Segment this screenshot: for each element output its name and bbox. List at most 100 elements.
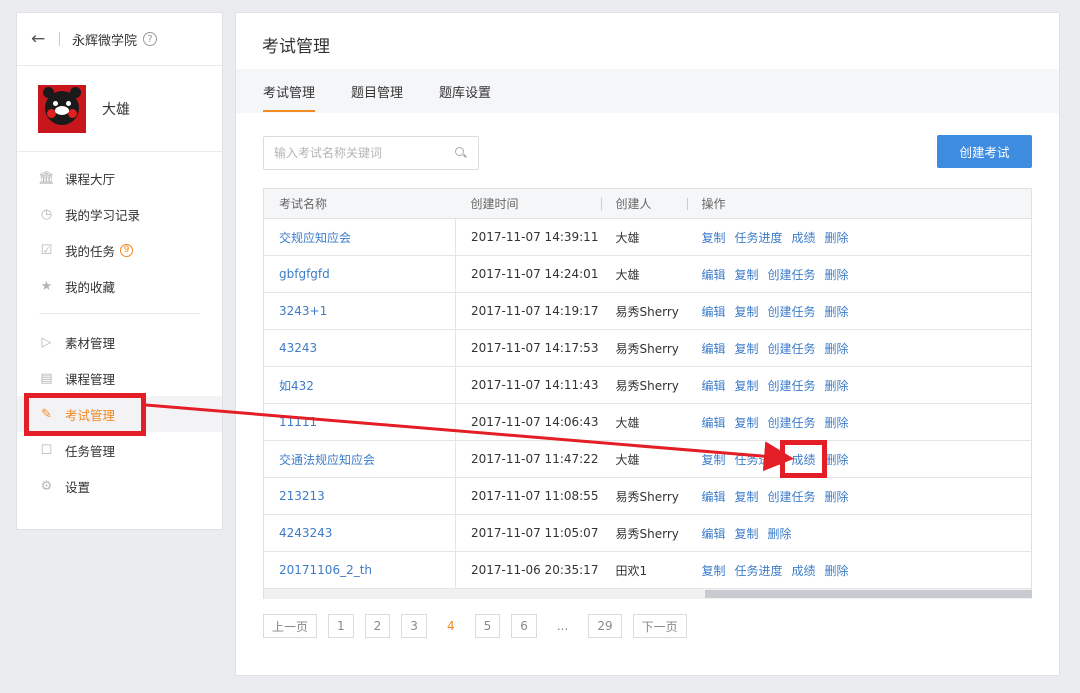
row-action-link[interactable]: 删除 — [825, 342, 849, 356]
create-exam-button[interactable]: 创建考试 — [937, 135, 1032, 168]
exam-name-link[interactable]: 4243243 — [263, 514, 456, 552]
row-action-link[interactable]: 删除 — [768, 527, 792, 541]
star-folder-icon: ★ — [40, 278, 53, 294]
horizontal-scrollbar[interactable] — [263, 589, 1032, 599]
divider — [59, 32, 60, 46]
sidebar-item-clock[interactable]: ◷ 我的学习记录 — [17, 196, 222, 232]
sidebar-item-task[interactable]: ☐ 任务管理 — [17, 432, 222, 468]
row-action-link[interactable]: 复制 — [735, 416, 759, 430]
table-row: 213213 2017-11-07 11:08:55 易秀Sherry 编辑 复制 创建任… — [263, 477, 1032, 515]
row-action-link[interactable]: 创建任务 — [768, 490, 816, 504]
search-input[interactable] — [274, 146, 454, 160]
row-action-link[interactable]: 创建任务 — [768, 416, 816, 430]
gear-icon: ⚙ — [40, 478, 53, 494]
page-button-last[interactable]: 29 — [588, 614, 622, 638]
exam-name-link[interactable]: 交通法规应知应会 — [263, 440, 456, 478]
row-action-link[interactable]: 编辑 — [702, 342, 726, 356]
row-action-link[interactable]: 编辑 — [702, 416, 726, 430]
exam-name-link[interactable]: 3243+1 — [263, 292, 456, 330]
row-action-link[interactable]: 创建任务 — [768, 305, 816, 319]
page-button[interactable]: 1 — [328, 614, 354, 638]
row-action-link[interactable]: 删除 — [825, 416, 849, 430]
exam-name-link[interactable]: 213213 — [263, 477, 456, 515]
row-action-link[interactable]: 复制 — [735, 379, 759, 393]
row-action-link[interactable]: 删除 — [825, 490, 849, 504]
row-action-link[interactable]: 删除 — [825, 305, 849, 319]
tab-0[interactable]: 考试管理 — [263, 69, 316, 113]
row-action-link[interactable]: 编辑 — [702, 527, 726, 541]
table-row: 43243 2017-11-07 14:17:53 易秀Sherry 编辑 复制 创建任务… — [263, 329, 1032, 367]
highlight-box-score — [780, 440, 827, 478]
row-action-link[interactable]: 删除 — [825, 268, 849, 282]
sidebar-item-bank[interactable]: 🏛 课程大厅 — [17, 160, 222, 196]
tab-1[interactable]: 题目管理 — [351, 69, 403, 113]
exam-table-container: 考试名称 创建时间 创建人 操作 交规应知应会 2017-11-07 14:39:… — [263, 188, 1032, 599]
row-action-link[interactable]: 删除 — [825, 231, 849, 245]
avatar[interactable] — [38, 84, 86, 133]
row-action-link[interactable]: 编辑 — [702, 490, 726, 504]
row-action-link[interactable]: 创建任务 — [768, 342, 816, 356]
page-button[interactable]: 5 — [474, 614, 501, 638]
row-action-link[interactable]: 任务进度 — [735, 564, 783, 578]
clock-icon: ◷ — [40, 206, 53, 222]
scrollbar-thumb[interactable] — [705, 590, 1032, 598]
row-action-link[interactable]: 复制 — [735, 342, 759, 356]
search-box — [263, 136, 479, 170]
header-exam-name: 考试名称 — [263, 188, 456, 219]
help-icon[interactable]: ? — [143, 32, 158, 46]
search-icon[interactable] — [454, 146, 468, 160]
nav-divider — [39, 313, 200, 314]
row-action-link[interactable]: 复制 — [702, 564, 726, 578]
row-action-link[interactable]: 复制 — [702, 231, 726, 245]
row-action-link[interactable]: 成绩 — [792, 231, 816, 245]
row-action-link[interactable]: 复制 — [735, 490, 759, 504]
main-panel: 考试管理 考试管理题目管理题库设置 创建考试 考试名称 创建时间 创建人 操作 … — [235, 12, 1060, 676]
row-action-link[interactable]: 成绩 — [792, 564, 816, 578]
sidebar-item-gear[interactable]: ⚙ 设置 — [17, 468, 222, 504]
page-title: 考试管理 — [262, 37, 330, 57]
back-arrow-icon[interactable]: ← — [31, 29, 49, 49]
created-time: 2017-11-07 14:11:43 — [455, 366, 601, 404]
row-action-link[interactable]: 复制 — [702, 453, 726, 467]
exam-name-link[interactable]: 如432 — [263, 366, 456, 404]
exam-name-link[interactable]: 交规应知应会 — [263, 218, 456, 256]
next-page-button[interactable]: 下一页 — [632, 614, 687, 638]
row-action-link[interactable]: 复制 — [735, 268, 759, 282]
sidebar-item-check[interactable]: ☑ 我的任务 9 — [17, 232, 222, 268]
row-action-link[interactable]: 复制 — [735, 527, 759, 541]
row-action-link[interactable]: 任务进度 — [735, 453, 783, 467]
sidebar-header: ← 永辉微学院 ? — [17, 13, 222, 66]
row-action-link[interactable]: 编辑 — [702, 379, 726, 393]
row-action-link[interactable]: 任务进度 — [735, 231, 783, 245]
sidebar-item-label: 我的学习记录 — [65, 207, 141, 223]
exam-name-link[interactable]: 11111 — [263, 403, 456, 441]
page-button[interactable]: 4 — [438, 614, 464, 638]
row-action-link[interactable]: 删除 — [825, 453, 849, 467]
exam-name-link[interactable]: gbfgfgfd — [263, 255, 456, 293]
row-action-link[interactable]: 创建任务 — [768, 379, 816, 393]
page-button[interactable]: 6 — [511, 614, 537, 638]
row-action-link[interactable]: 创建任务 — [768, 268, 816, 282]
tab-2[interactable]: 题库设置 — [439, 69, 491, 113]
course-icon: ▤ — [40, 370, 53, 386]
row-action-link[interactable]: 复制 — [735, 305, 759, 319]
created-time: 2017-11-07 14:19:17 — [455, 292, 601, 330]
row-action-link[interactable]: 删除 — [825, 564, 849, 578]
sidebar-item-course[interactable]: ▤ 课程管理 — [17, 360, 222, 396]
created-time: 2017-11-07 14:17:53 — [455, 329, 601, 367]
sidebar-item-star-folder[interactable]: ★ 我的收藏 — [17, 268, 222, 304]
row-actions: 编辑 复制 创建任务 删除 — [686, 329, 1032, 367]
row-actions: 编辑 复制 创建任务 删除 — [686, 292, 1032, 330]
creator: 易秀Sherry — [600, 292, 687, 330]
exam-name-link[interactable]: 20171106_2_th — [263, 551, 456, 589]
page-button[interactable]: 2 — [364, 614, 391, 638]
prev-page-button[interactable]: 上一页 — [263, 614, 318, 638]
sidebar-item-media[interactable]: ▷ 素材管理 — [17, 324, 222, 360]
row-actions: 复制 任务进度 成绩 删除 — [686, 440, 1032, 478]
media-icon: ▷ — [41, 334, 52, 350]
page-button[interactable]: 3 — [401, 614, 427, 638]
row-action-link[interactable]: 编辑 — [702, 268, 726, 282]
row-action-link[interactable]: 删除 — [825, 379, 849, 393]
row-action-link[interactable]: 编辑 — [702, 305, 726, 319]
exam-name-link[interactable]: 43243 — [263, 329, 456, 367]
